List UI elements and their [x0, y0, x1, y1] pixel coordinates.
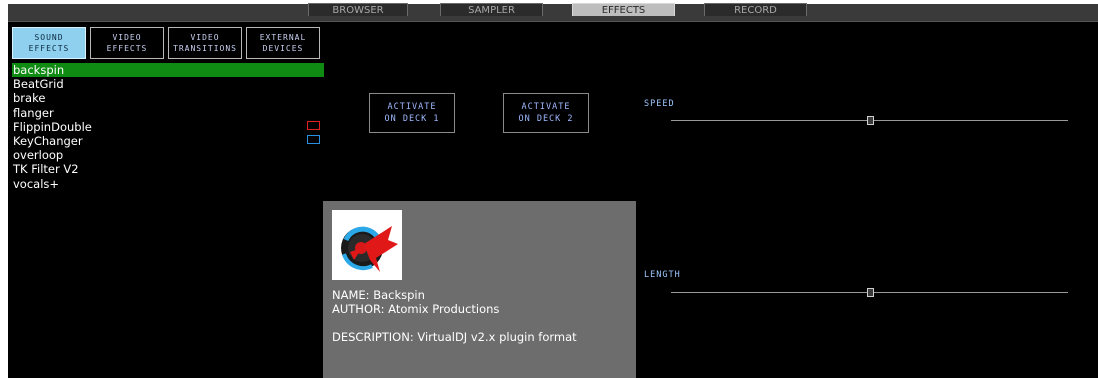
list-item[interactable]: backspin — [12, 63, 324, 78]
list-item[interactable]: flanger — [12, 106, 324, 120]
deck2-active-marker — [307, 135, 320, 144]
list-item[interactable]: KeyChanger — [12, 134, 324, 148]
deck1-active-marker — [307, 121, 320, 130]
category-sound-effects[interactable]: SOUND EFFECTS — [12, 27, 86, 59]
virtualdj-window: BROWSER SAMPLER EFFECTS RECORD SOUND EFF… — [0, 0, 1098, 378]
tab-record[interactable]: RECORD — [704, 3, 807, 16]
list-item[interactable]: vocals+ — [12, 177, 324, 191]
category-video-effects[interactable]: VIDEO EFFECTS — [90, 27, 164, 59]
effects-list: backspin BeatGrid brake flanger FlippinD… — [12, 63, 324, 191]
tab-sampler[interactable]: SAMPLER — [440, 3, 543, 16]
tab-effects[interactable]: EFFECTS — [572, 3, 675, 16]
speed-slider-thumb[interactable] — [866, 116, 874, 125]
length-label: LENGTH — [644, 270, 681, 280]
tab-browser[interactable]: BROWSER — [308, 3, 408, 16]
activate-deck1-button[interactable]: ACTIVATE ON DECK 1 — [369, 93, 455, 133]
tab-bar — [8, 4, 1098, 22]
plugin-author: AUTHOR: Atomix Productions — [332, 302, 500, 316]
category-video-transitions[interactable]: VIDEO TRANSITIONS — [168, 27, 242, 59]
speed-label: SPEED — [644, 99, 675, 109]
plugin-description: DESCRIPTION: VirtualDJ v2.x plugin forma… — [332, 330, 577, 344]
plugin-name: NAME: Backspin — [332, 288, 425, 302]
activate-deck2-button[interactable]: ACTIVATE ON DECK 2 — [503, 93, 589, 133]
backspin-logo-icon — [332, 210, 402, 280]
length-slider-thumb[interactable] — [866, 288, 874, 297]
list-item[interactable]: overloop — [12, 148, 324, 162]
list-item[interactable]: BeatGrid — [12, 77, 324, 91]
list-item[interactable]: brake — [12, 91, 324, 105]
list-item[interactable]: TK Filter V2 — [12, 162, 324, 176]
category-external-devices[interactable]: EXTERNAL DEVICES — [246, 27, 320, 59]
list-item[interactable]: FlippinDouble — [12, 120, 324, 134]
